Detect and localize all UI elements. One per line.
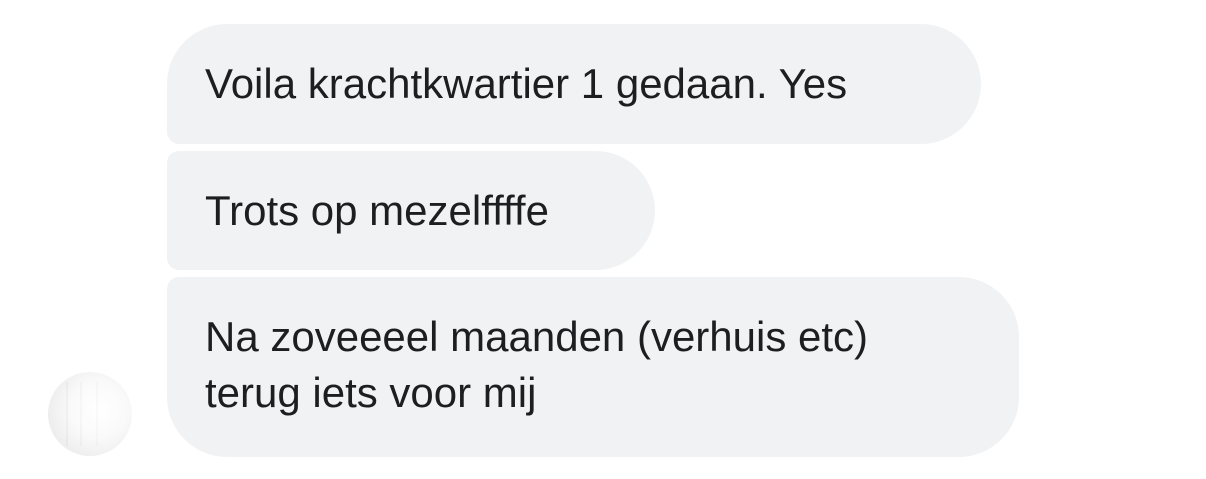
message-bubble-2[interactable]: Trots op mezelffffe <box>167 151 655 270</box>
message-bubble-1[interactable]: Voila krachtkwartier 1 gedaan. Yes <box>167 24 981 144</box>
message-bubble-3[interactable]: Na zoveeeel maanden (verhuis etc) terug … <box>167 277 1019 457</box>
message-thread: Voila krachtkwartier 1 gedaan. Yes Trots… <box>0 0 1206 479</box>
sender-avatar[interactable] <box>48 372 132 456</box>
